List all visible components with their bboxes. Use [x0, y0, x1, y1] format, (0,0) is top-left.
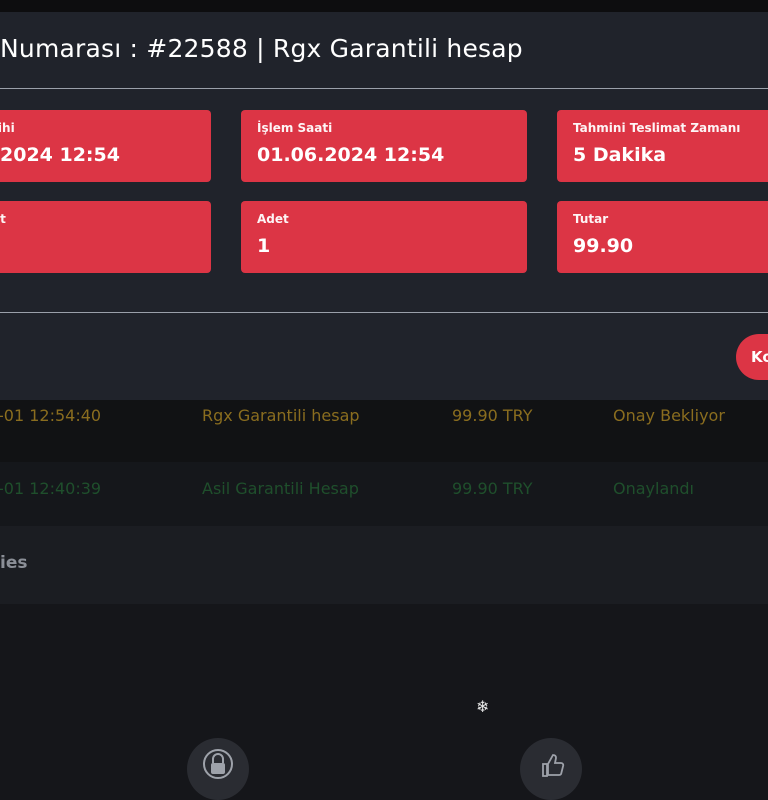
order-product: Asil Garantili Hesap	[202, 479, 359, 498]
order-detail-modal: Numarası : #22588 | Rgx Garantili hesap …	[0, 12, 768, 400]
card-value: 2024 12:54	[0, 144, 120, 166]
card-value: 1	[257, 235, 271, 257]
order-product: Rgx Garantili hesap	[202, 406, 360, 425]
card-unit-price: at	[0, 201, 211, 273]
modal-title: Numarası : #22588 | Rgx Garantili hesap	[0, 34, 523, 63]
title-divider	[0, 88, 768, 89]
card-label: Tutar	[573, 212, 609, 226]
card-order-date: rihi 2024 12:54	[0, 110, 211, 182]
card-label: Adet	[257, 212, 289, 226]
order-price: 99.90 TRY	[452, 406, 533, 425]
card-quantity: Adet 1	[241, 201, 527, 273]
order-date: -01 12:40:39	[0, 479, 102, 498]
lock-icon[interactable]	[187, 738, 249, 800]
cards-divider	[0, 312, 768, 313]
card-value: 01.06.2024 12:54	[257, 144, 445, 166]
card-label: at	[0, 212, 6, 226]
thumbs-up-icon[interactable]	[520, 738, 582, 800]
card-delivery-time: Tahmini Teslimat Zamanı 5 Dakika	[557, 110, 768, 182]
card-value: 99.90	[573, 235, 634, 257]
section-label: ies	[0, 553, 28, 573]
card-label: İşlem Saati	[257, 121, 333, 135]
order-date: -01 12:54:40	[0, 406, 102, 425]
order-price: 99.90 TRY	[452, 479, 533, 498]
card-total: Tutar 99.90	[557, 201, 768, 273]
section-header: ies	[0, 526, 768, 604]
card-label: rihi	[0, 121, 15, 135]
top-bar	[0, 0, 768, 12]
card-label: Tahmini Teslimat Zamanı	[573, 121, 741, 135]
table-row[interactable]: -01 12:54:40 Rgx Garantili hesap 99.90 T…	[0, 400, 768, 462]
table-row[interactable]: -01 12:40:39 Asil Garantili Hesap 99.90 …	[0, 462, 768, 526]
order-status: Onaylandı	[613, 479, 694, 498]
snowflake-icon: ❄	[476, 697, 490, 716]
order-status: Onay Bekliyor	[613, 406, 725, 425]
card-process-time: İşlem Saati 01.06.2024 12:54	[241, 110, 527, 182]
card-value: 5 Dakika	[573, 144, 667, 166]
